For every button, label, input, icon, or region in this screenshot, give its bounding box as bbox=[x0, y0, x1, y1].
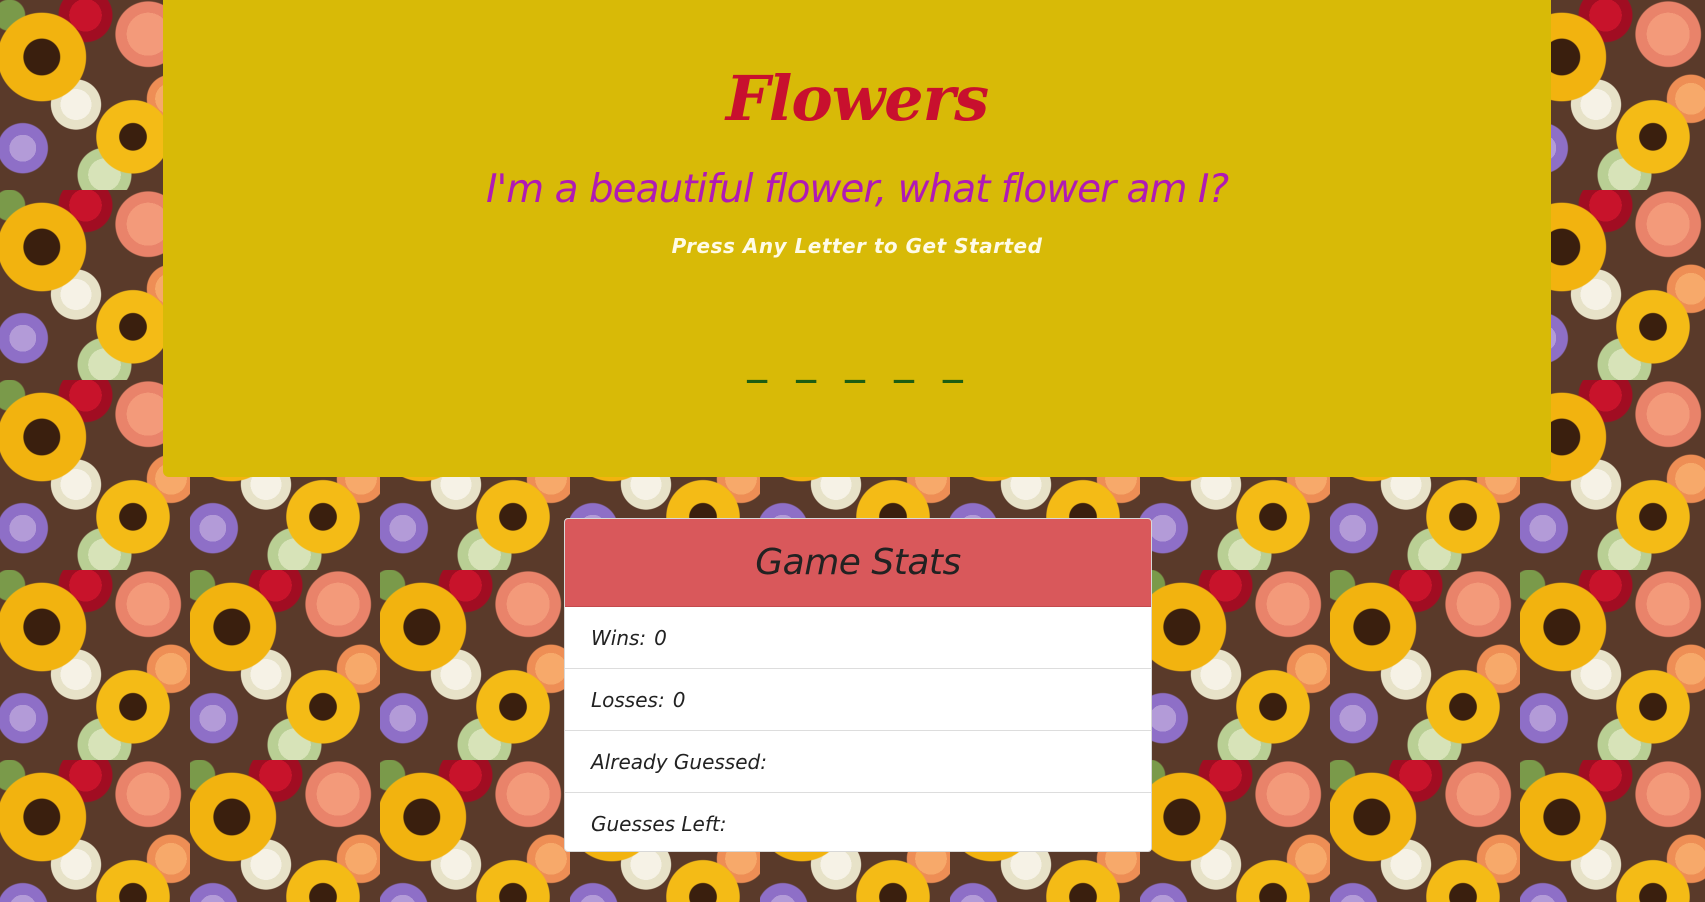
already-guessed-row: Already Guessed: bbox=[565, 731, 1151, 793]
game-stats-card: Game Stats Wins: 0 Losses: 0 Already Gue… bbox=[564, 518, 1152, 852]
game-banner: Flowers I'm a beautiful flower, what flo… bbox=[163, 0, 1551, 477]
guesses-left-row: Guesses Left: bbox=[565, 793, 1151, 851]
already-guessed-label: Already Guessed: bbox=[591, 749, 767, 774]
wins-row: Wins: 0 bbox=[565, 607, 1151, 669]
game-stats-header: Game Stats bbox=[565, 519, 1151, 607]
losses-row: Losses: 0 bbox=[565, 669, 1151, 731]
start-instruction: Press Any Letter to Get Started bbox=[671, 234, 1043, 258]
wins-label: Wins: bbox=[591, 625, 647, 650]
word-blanks: _ _ _ _ _ bbox=[746, 344, 968, 384]
guesses-left-label: Guesses Left: bbox=[591, 811, 727, 836]
wins-value: 0 bbox=[654, 625, 667, 650]
game-stats-title: Game Stats bbox=[755, 542, 961, 583]
losses-value: 0 bbox=[672, 687, 686, 712]
losses-label: Losses: bbox=[591, 687, 665, 712]
game-subtitle: I'm a beautiful flower, what flower am I… bbox=[485, 167, 1229, 212]
game-title: Flowers bbox=[725, 62, 989, 135]
